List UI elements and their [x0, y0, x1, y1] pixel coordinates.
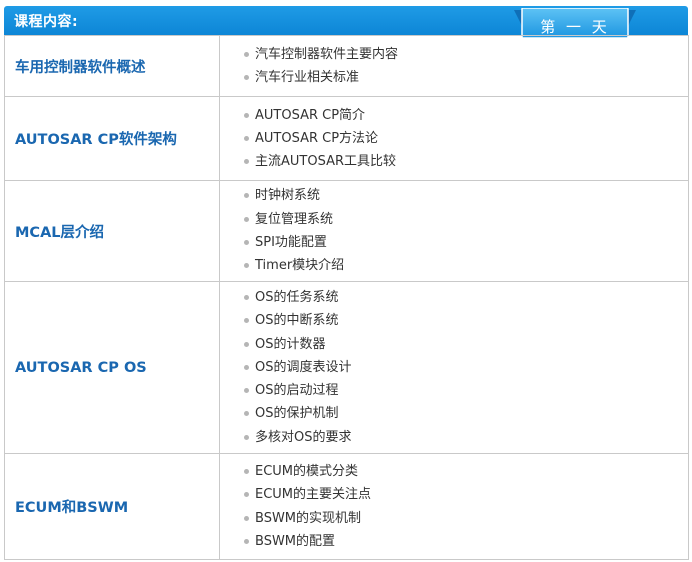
day-label: 第 一 天 [540, 18, 610, 36]
bullet-icon [244, 364, 249, 370]
topic-cell: AUTOSAR CP软件架构 [4, 96, 220, 181]
list-item: OS的启动过程 [244, 379, 688, 402]
points-list: AUTOSAR CP简介 AUTOSAR CP方法论 主流AUTOSAR工具比较 [244, 104, 688, 174]
points-list: OS的任务系统 OS的中断系统 OS的计数器 OS的调度表设计 OS的启动过程 … [244, 286, 688, 449]
points-cell: OS的任务系统 OS的中断系统 OS的计数器 OS的调度表设计 OS的启动过程 … [219, 281, 689, 454]
bullet-icon [244, 468, 249, 474]
points-list: 时钟树系统 复位管理系统 SPI功能配置 Timer模块介绍 [244, 184, 688, 277]
points-cell: 汽车控制器软件主要内容 汽车行业相关标准 [219, 35, 689, 97]
bullet-icon [244, 341, 249, 347]
bullet-icon [244, 538, 249, 544]
list-item: ECUM的模式分类 [244, 460, 688, 483]
bullet-icon [244, 492, 249, 498]
course-table: 车用控制器软件概述 汽车控制器软件主要内容 汽车行业相关标准 AUTOSAR C… [4, 35, 689, 560]
list-item: OS的任务系统 [244, 286, 688, 309]
list-item: BSWM的配置 [244, 530, 688, 553]
list-item: 主流AUTOSAR工具比较 [244, 150, 688, 173]
points-list: ECUM的模式分类 ECUM的主要关注点 BSWM的实现机制 BSWM的配置 [244, 460, 688, 553]
bullet-icon [244, 434, 249, 440]
list-item: OS的保护机制 [244, 402, 688, 425]
points-cell: 时钟树系统 复位管理系统 SPI功能配置 Timer模块介绍 [219, 180, 689, 282]
list-item: 时钟树系统 [244, 184, 688, 207]
bullet-icon [244, 135, 249, 141]
list-item: OS的计数器 [244, 333, 688, 356]
list-item: BSWM的实现机制 [244, 507, 688, 530]
topic-cell: 车用控制器软件概述 [4, 35, 220, 97]
bullet-icon [244, 263, 249, 269]
bullet-icon [244, 193, 249, 199]
list-item: 复位管理系统 [244, 208, 688, 231]
bullet-icon [244, 388, 249, 394]
list-item: 汽车控制器软件主要内容 [244, 43, 688, 66]
bullet-icon [244, 294, 249, 300]
bullet-icon [244, 75, 249, 80]
course-content-title: 课程内容: [14, 14, 79, 30]
table-row: AUTOSAR CP OS OS的任务系统 OS的中断系统 OS的计数器 OS的… [4, 281, 689, 454]
points-cell: AUTOSAR CP简介 AUTOSAR CP方法论 主流AUTOSAR工具比较 [219, 96, 689, 181]
list-item: OS的调度表设计 [244, 356, 688, 379]
list-item: ECUM的主要关注点 [244, 483, 688, 506]
bullet-icon [244, 318, 249, 324]
list-item: 多核对OS的要求 [244, 426, 688, 449]
list-item: OS的中断系统 [244, 309, 688, 332]
bullet-icon [244, 159, 249, 165]
list-item: SPI功能配置 [244, 231, 688, 254]
table-row: 车用控制器软件概述 汽车控制器软件主要内容 汽车行业相关标准 [4, 35, 689, 97]
bullet-icon [244, 240, 249, 245]
topic-cell: ECUM和BSWM [4, 453, 220, 560]
list-item: 汽车行业相关标准 [244, 66, 688, 89]
points-list: 汽车控制器软件主要内容 汽车行业相关标准 [244, 43, 688, 90]
topic-cell: AUTOSAR CP OS [4, 281, 220, 454]
bullet-icon [244, 51, 249, 57]
list-item: AUTOSAR CP方法论 [244, 127, 688, 150]
table-row: AUTOSAR CP软件架构 AUTOSAR CP简介 AUTOSAR CP方法… [4, 96, 689, 181]
table-row: MCAL层介绍 时钟树系统 复位管理系统 SPI功能配置 Timer模块介绍 [4, 180, 689, 282]
bullet-icon [244, 216, 249, 222]
table-row: ECUM和BSWM ECUM的模式分类 ECUM的主要关注点 BSWM的实现机制… [4, 453, 689, 560]
list-item: AUTOSAR CP简介 [244, 104, 688, 127]
list-item: Timer模块介绍 [244, 254, 688, 277]
bullet-icon [244, 515, 249, 521]
bullet-icon [244, 112, 249, 118]
topic-cell: MCAL层介绍 [4, 180, 220, 282]
bullet-icon [244, 411, 249, 417]
day-ribbon-badge: 第 一 天 [514, 8, 636, 38]
points-cell: ECUM的模式分类 ECUM的主要关注点 BSWM的实现机制 BSWM的配置 [219, 453, 689, 560]
